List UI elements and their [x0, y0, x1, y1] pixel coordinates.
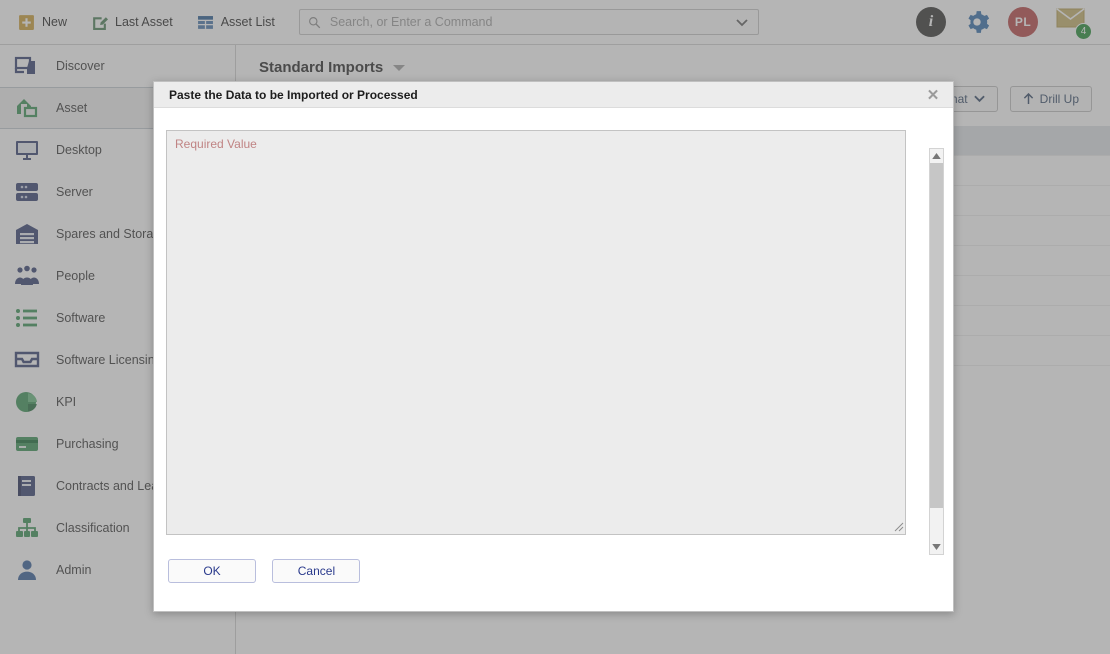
dialog-header: Paste the Data to be Imported or Process… — [154, 82, 953, 108]
paste-textarea[interactable] — [166, 130, 906, 535]
screen: New Last Asset Asset List — [0, 0, 1110, 654]
cancel-button[interactable]: Cancel — [272, 559, 360, 583]
scroll-down-arrow-icon[interactable] — [930, 540, 943, 554]
scrollbar-thumb[interactable] — [930, 163, 943, 508]
dialog-footer: OK Cancel — [154, 559, 953, 611]
scroll-up-arrow-icon[interactable] — [930, 149, 943, 163]
dialog-scrollbar[interactable] — [929, 148, 944, 555]
dialog-title: Paste the Data to be Imported or Process… — [169, 88, 418, 102]
dialog-body — [154, 108, 953, 535]
paste-textarea-wrapper — [166, 130, 906, 535]
ok-button[interactable]: OK — [168, 559, 256, 583]
close-icon[interactable]: ✕ — [913, 82, 953, 108]
paste-data-dialog: Paste the Data to be Imported or Process… — [153, 81, 954, 612]
